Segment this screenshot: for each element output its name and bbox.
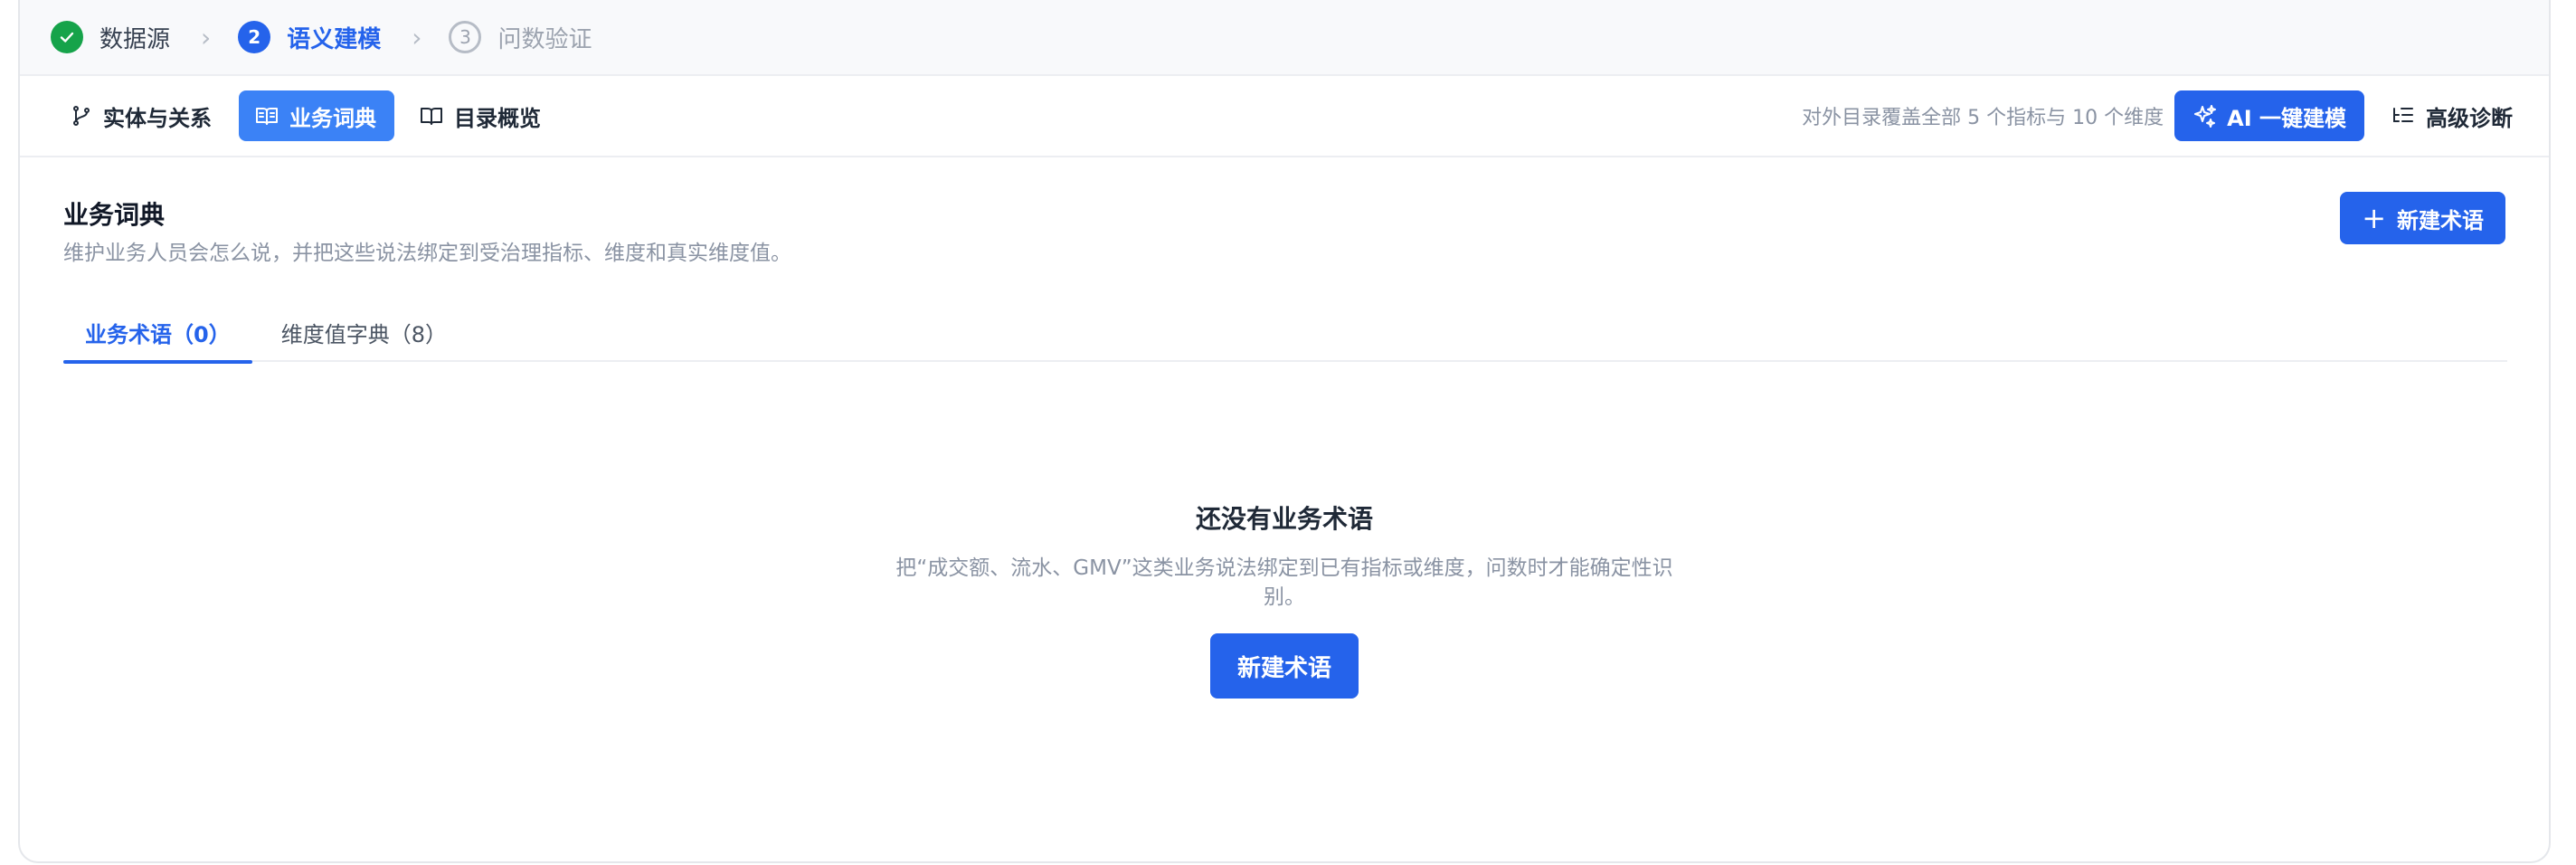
tab-entities-relations[interactable]: 实体与关系	[54, 90, 230, 141]
step-semantic-modeling[interactable]: 2 语义建模	[238, 21, 381, 54]
page-subtitle: 维护业务人员会怎么说，并把这些说法绑定到受治理指标、维度和真实维度值。	[63, 242, 791, 265]
book-open-icon	[256, 108, 278, 125]
empty-state-title: 还没有业务术语	[1195, 504, 1373, 534]
tab-label: 目录概览	[454, 105, 541, 131]
plus-icon: +	[2362, 201, 2386, 235]
tab-label: 业务词典	[289, 105, 376, 131]
step-query-validation[interactable]: 3 问数验证	[449, 21, 592, 54]
book-icon	[421, 108, 442, 125]
toolbar: 实体与关系 业务词典 目录概览 对外目录覆盖全部 5 个指标与 10 个维度 A…	[20, 76, 2549, 157]
step-data-source[interactable]: 数据源	[51, 21, 170, 54]
empty-state-description: 把“成交额、流水、GMV”这类业务说法绑定到已有指标或维度，问数时才能确定性识别…	[895, 556, 1673, 609]
new-term-button[interactable]: + 新建术语	[2340, 192, 2505, 244]
app-frame: 数据源 › 2 语义建模 › 3 问数验证 实体与关系 业务词典 目录概览 对外…	[18, 0, 2551, 863]
step-separator: ›	[412, 22, 422, 52]
empty-state: 还没有业务术语 把“成交额、流水、GMV”这类业务说法绑定到已有指标或维度，问数…	[20, 499, 2549, 699]
empty-new-term-button[interactable]: 新建术语	[1209, 633, 1359, 699]
step-label: 数据源	[99, 25, 171, 53]
step-number: 3	[449, 21, 482, 53]
glossary-tabs: 业务术语（0） 维度值字典（8）	[63, 302, 2507, 364]
git-branch-icon	[73, 106, 90, 126]
ai-modeling-button[interactable]: AI 一键建模	[2174, 90, 2364, 141]
step-separator: ›	[201, 22, 212, 52]
sparkles-icon	[2194, 105, 2217, 128]
advanced-diagnose-button[interactable]: 高级诊断	[2364, 90, 2513, 141]
page-title: 业务词典	[63, 200, 166, 230]
new-term-label: 新建术语	[2397, 207, 2484, 233]
step-label: 问数验证	[497, 25, 592, 53]
tab-business-glossary[interactable]: 业务词典	[239, 90, 394, 141]
tab-label: 实体与关系	[103, 105, 212, 131]
step-number: 2	[238, 21, 271, 53]
ai-modeling-label: AI 一键建模	[2227, 105, 2346, 131]
list-tree-icon	[2393, 108, 2413, 122]
check-icon	[51, 21, 83, 53]
tab-business-terms[interactable]: 业务术语（0）	[63, 302, 252, 364]
stepper: 数据源 › 2 语义建模 › 3 问数验证	[20, 0, 2549, 76]
step-label: 语义建模	[287, 25, 382, 53]
coverage-text: 对外目录覆盖全部 5 个指标与 10 个维度	[1802, 107, 2164, 129]
tab-catalog-overview[interactable]: 目录概览	[403, 90, 559, 141]
advanced-diagnose-label: 高级诊断	[2426, 105, 2513, 131]
tab-dimension-values[interactable]: 维度值字典（8）	[260, 302, 469, 362]
